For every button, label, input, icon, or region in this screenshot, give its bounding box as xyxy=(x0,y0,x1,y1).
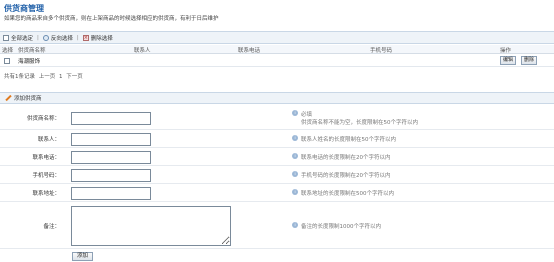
toolbar-separator: | xyxy=(37,34,39,41)
mobile-input[interactable] xyxy=(71,169,151,182)
column-header-phone: 联系电话 xyxy=(238,48,261,54)
address-hint: i 联系地址的长度限制在500个字符以内 xyxy=(292,189,394,197)
phone-label: 联系电话： xyxy=(32,155,60,161)
phone-input[interactable] xyxy=(71,151,151,164)
supplier-name-label: 供货商名称： xyxy=(26,116,60,122)
column-header-actions: 操作 xyxy=(500,48,512,54)
phone-hint-text: 联系电话的长度限制在20个字符以内 xyxy=(301,155,391,161)
row-checkbox[interactable] xyxy=(4,58,10,64)
mobile-label: 手机号码： xyxy=(32,173,60,179)
invert-selection-label: 反向选择 xyxy=(50,35,73,42)
form-row-address: 联系地址： i 联系地址的长度限制在500个字符以内 xyxy=(0,184,554,202)
remark-label: 备注： xyxy=(43,224,60,230)
column-header-mobile: 手机号码 xyxy=(370,48,393,54)
section-title: 添加供货商 xyxy=(14,96,42,102)
delete-button[interactable]: 删除 xyxy=(521,56,538,65)
address-hint-text: 联系地址的长度限制在500个字符以内 xyxy=(301,191,394,197)
form-row-mobile: 手机号码： i 手机号码的长度限制在20个字符以内 xyxy=(0,166,554,184)
x-icon: × xyxy=(82,34,89,41)
form-row-phone: 联系电话： i 联系电话的长度限制在20个字符以内 xyxy=(0,148,554,166)
pager-next-link[interactable]: 下一页 xyxy=(66,74,83,80)
pager-summary: 共有1条记录 xyxy=(4,74,35,80)
select-all-button[interactable]: 全部选定 xyxy=(3,34,33,42)
pager-current-page: 1 xyxy=(59,74,63,80)
add-supplier-button[interactable]: 添加 xyxy=(72,252,94,261)
supplier-name-input[interactable] xyxy=(71,112,151,125)
circle-icon xyxy=(42,34,49,41)
form-row-contact: 联系人： i 联系人姓名的长度限制在50个字符以内 xyxy=(0,130,554,148)
remark-hint: i 备注的长度限制1000个字符以内 xyxy=(292,222,381,230)
page-title: 供货商管理 xyxy=(4,4,44,13)
contact-input[interactable] xyxy=(71,133,151,146)
info-icon: i xyxy=(292,189,298,195)
add-supplier-section-header: 添加供货商 xyxy=(0,92,554,104)
form-row-remark: 备注： i 备注的长度限制1000个字符以内 xyxy=(0,202,554,249)
contact-label: 联系人： xyxy=(37,137,60,143)
mobile-hint: i 手机号码的长度限制在20个字符以内 xyxy=(292,171,391,179)
delete-selection-button[interactable]: × 删除选择 xyxy=(82,34,113,42)
address-input[interactable] xyxy=(71,187,151,200)
select-all-label: 全部选定 xyxy=(11,35,34,42)
supplier-name-hint: i 必填 供货商名称不能为空，长度限制在50个字符以内 xyxy=(292,110,418,126)
table-header: 选择 供货商名称 联系人 联系电话 手机号码 操作 xyxy=(0,45,554,54)
page-subtitle: 如果您的商品来自多个供货商，则在上架商品的时候选择相应的供货商，有利于日后维护 xyxy=(4,16,219,22)
info-icon: i xyxy=(292,153,298,159)
contact-hint-text: 联系人姓名的长度限制在50个字符以内 xyxy=(301,137,396,143)
info-icon: i xyxy=(292,171,298,177)
address-label: 联系地址： xyxy=(32,191,60,197)
pencil-icon xyxy=(4,95,11,102)
form-row-supplier-name: 供货商名称： i 必填 供货商名称不能为空，长度限制在50个字符以内 xyxy=(0,106,554,130)
mobile-hint-text: 手机号码的长度限制在20个字符以内 xyxy=(301,173,391,179)
supplier-name-hint-text: 供货商名称不能为空，长度限制在50个字符以内 xyxy=(301,120,419,126)
remark-textarea[interactable] xyxy=(71,206,231,246)
invert-selection-button[interactable]: 反向选择 xyxy=(42,34,73,42)
pager: 共有1条记录 上一页 1 下一页 xyxy=(4,72,85,80)
remark-hint-text: 备注的长度限制1000个字符以内 xyxy=(301,224,381,230)
delete-selection-label: 删除选择 xyxy=(90,35,113,42)
toolbar-separator: | xyxy=(76,34,79,41)
info-icon: i xyxy=(292,135,298,141)
info-icon: i xyxy=(292,222,298,228)
info-icon: i xyxy=(292,110,298,116)
edit-button[interactable]: 编辑 xyxy=(500,56,517,65)
required-hint: 必填 xyxy=(301,112,313,118)
column-header-contact: 联系人 xyxy=(134,48,151,54)
column-header-select: 选择 xyxy=(2,48,14,54)
column-header-name: 供货商名称 xyxy=(18,48,46,54)
phone-hint: i 联系电话的长度限制在20个字符以内 xyxy=(292,153,391,161)
table-row: 海潮服饰 编辑 删除 xyxy=(0,55,554,67)
pager-prev-link[interactable]: 上一页 xyxy=(39,74,56,80)
contact-hint: i 联系人姓名的长度限制在50个字符以内 xyxy=(292,135,396,143)
checkbox-icon xyxy=(3,34,9,41)
supplier-name: 海潮服饰 xyxy=(18,59,41,65)
toolbar: 全部选定 | 反向选择 | × 删除选择 xyxy=(0,31,554,44)
